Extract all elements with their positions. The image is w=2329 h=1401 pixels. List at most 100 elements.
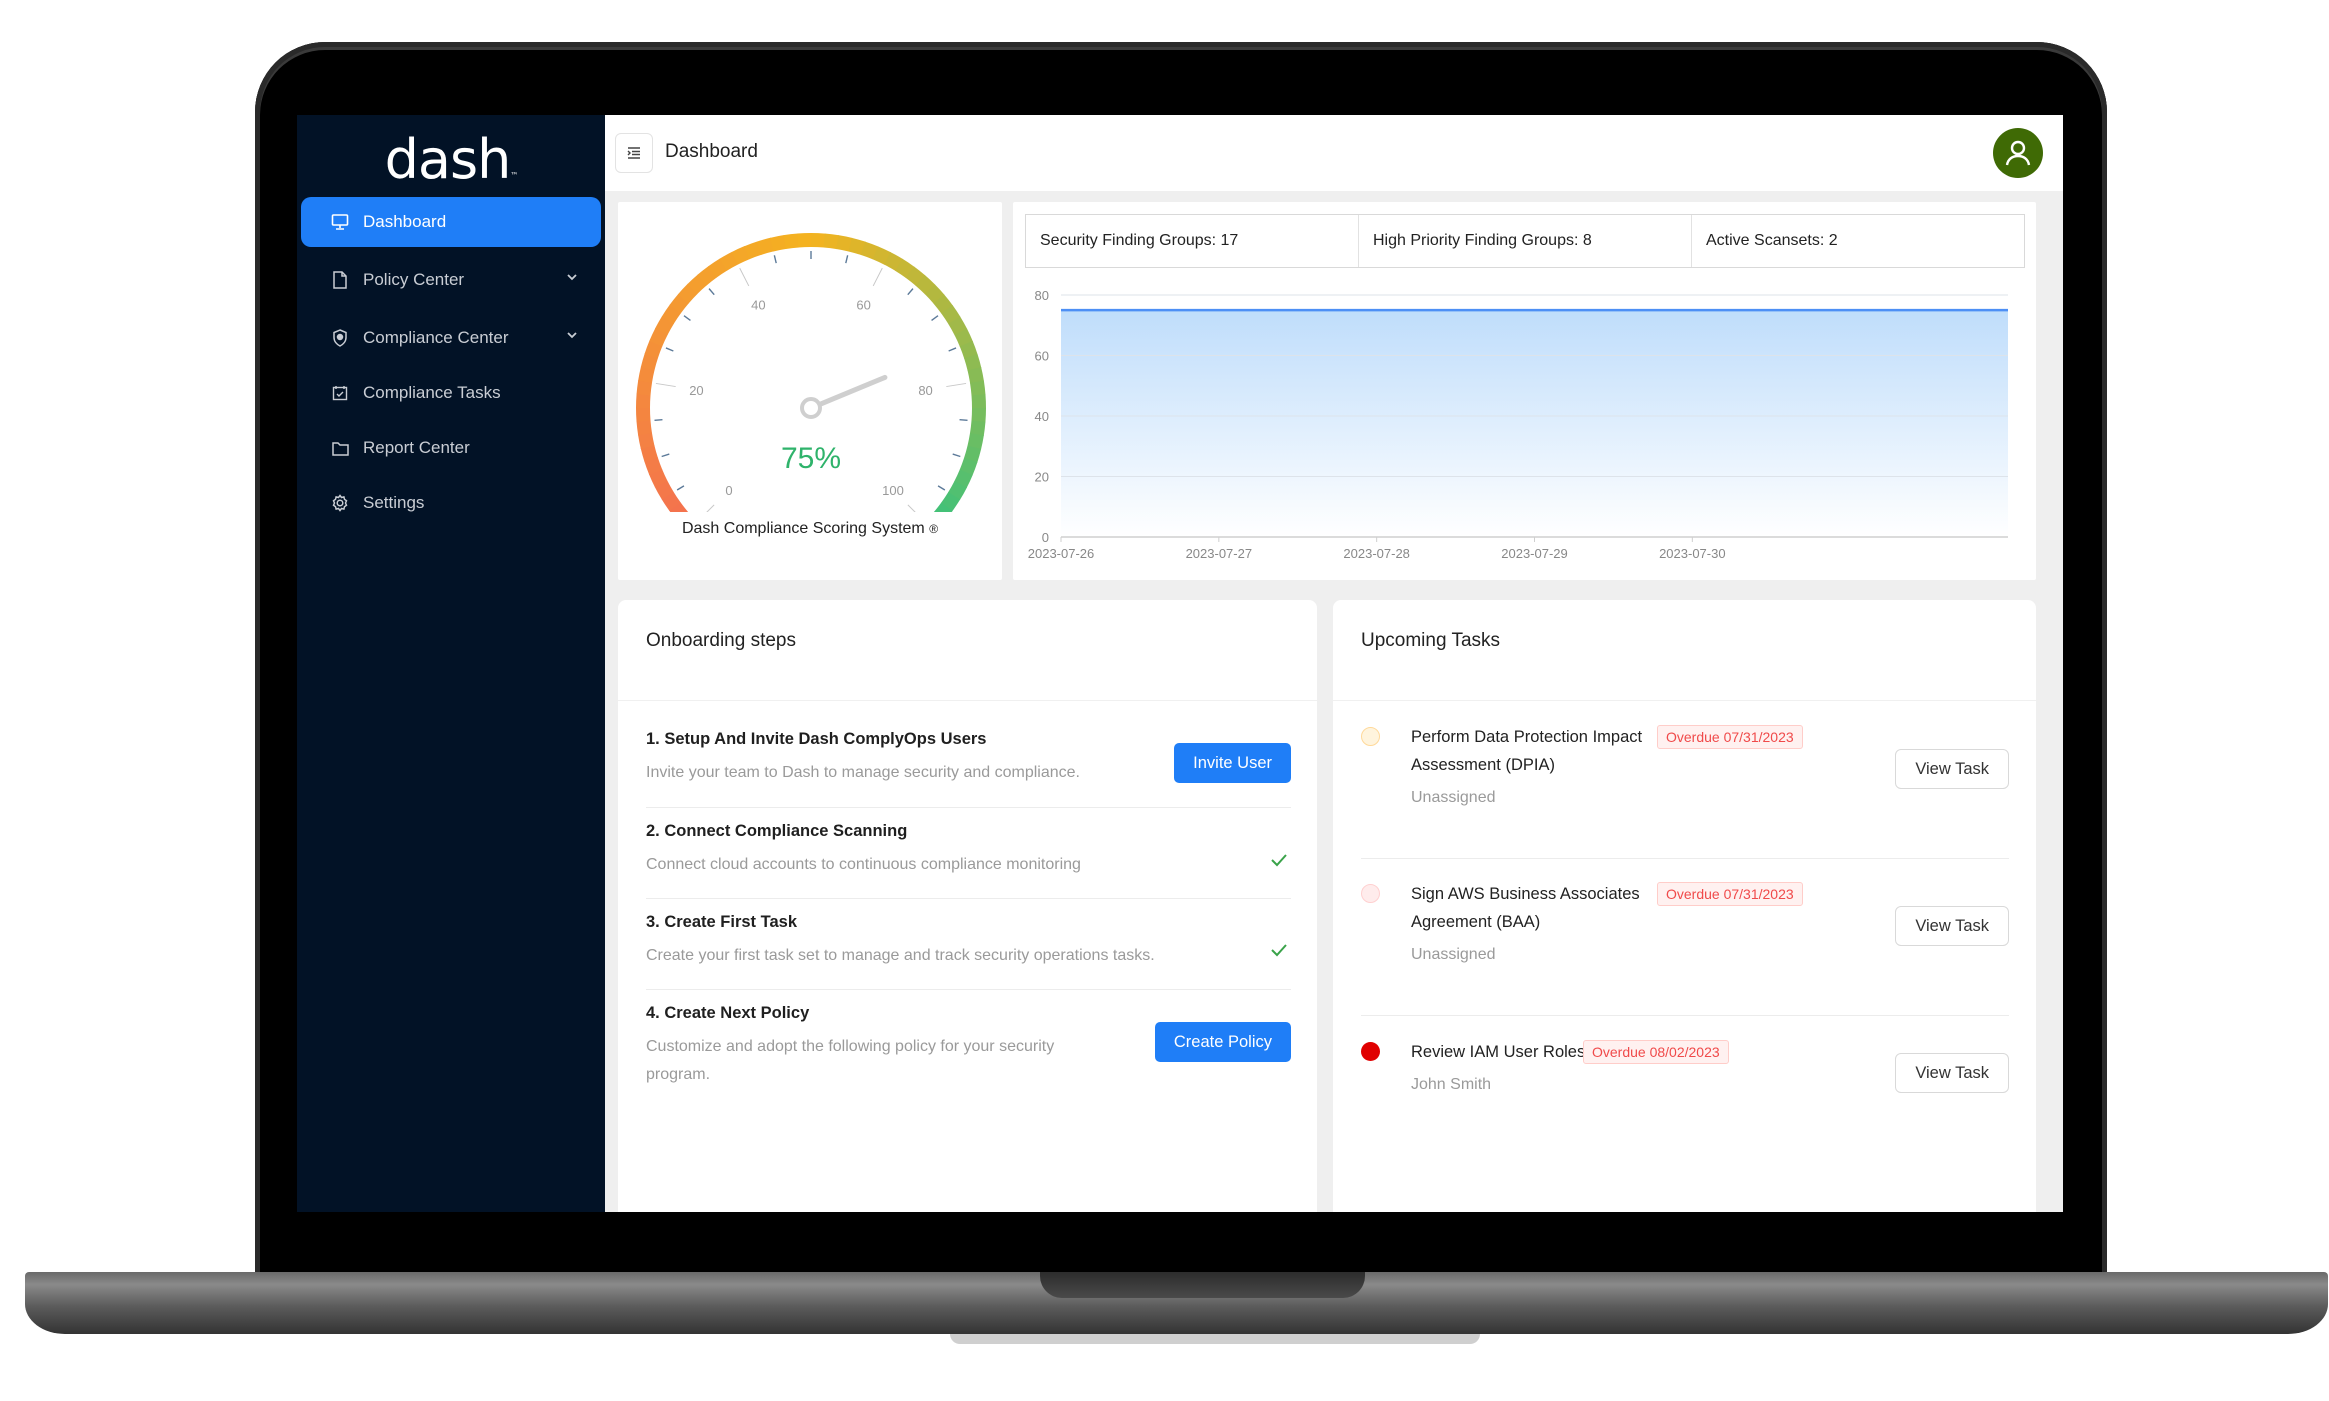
y-tick-label: 0 (1042, 530, 1049, 545)
invite-user-button[interactable]: Invite User (1174, 743, 1291, 783)
gauge-arc-segment (744, 241, 762, 260)
page-title: Dashboard (665, 141, 758, 162)
gauge-tick-label: 100 (882, 483, 904, 498)
logo-trademark: ™ (510, 171, 518, 180)
sidebar-item-policy-center[interactable]: Policy Center (301, 255, 601, 305)
monitor-icon (331, 213, 349, 231)
sidebar-item-compliance-tasks[interactable]: Compliance Tasks (301, 368, 601, 418)
menu-toggle-button[interactable] (615, 133, 653, 173)
gauge-major-tick (739, 267, 750, 287)
gauge-tick-label: 20 (689, 383, 703, 398)
task-assignee: Unassigned (1411, 789, 1496, 806)
gauge-arc-segment (644, 457, 663, 475)
top-header: Dashboard (605, 115, 2063, 191)
chevron-down-icon[interactable] (565, 328, 579, 342)
laptop-notch (1040, 1272, 1365, 1298)
view-task-button[interactable]: View Task (1895, 906, 2009, 946)
stat-active-scansets: Active Scansets: 2 (1706, 232, 1838, 249)
gauge-arc-segment (970, 380, 986, 397)
laptop-foot (950, 1334, 1480, 1344)
gauge-arc-segment (895, 258, 915, 279)
step-description: Connect cloud accounts to continuous com… (646, 856, 1081, 873)
y-tick-label: 20 (1035, 470, 1049, 485)
create-policy-button[interactable]: Create Policy (1154, 1022, 1291, 1062)
user-avatar[interactable] (1993, 128, 2043, 178)
step-description: Create your first task set to manage and… (646, 947, 1155, 964)
y-tick-label: 80 (1035, 288, 1049, 303)
area-fill (1061, 310, 2008, 537)
view-task-button[interactable]: View Task (1895, 1053, 2009, 1093)
gauge-major-tick (699, 504, 715, 520)
step-title: 3. Create First Task (646, 913, 798, 931)
task-name[interactable]: Perform Data Protection Impact Assessment… (1411, 723, 1642, 779)
gauge-arc-segment (941, 305, 961, 325)
sidebar-item-label: Compliance Tasks (363, 383, 501, 402)
stat-security-finding-groups: Security Finding Groups: 17 (1026, 215, 1359, 267)
divider (646, 807, 1291, 808)
gauge-arc-segment (860, 241, 879, 260)
sidebar-item-label: Settings (363, 493, 425, 512)
step-description: Customize and adopt the following policy… (646, 1038, 1055, 1083)
task-row: Perform Data Protection Impact Assessment… (1361, 725, 2009, 835)
gauge-arc-segment (783, 233, 800, 249)
onboarding-step: 3. Create First Task Create your first t… (646, 913, 1291, 970)
gauge-minor-tick (948, 347, 957, 352)
gauge-arc-segment (915, 274, 936, 295)
logo-text: dash (384, 128, 512, 191)
laptop-base (25, 1272, 2328, 1334)
gauge-arc-segment (940, 492, 961, 512)
compliance-gauge: 0 20 40 60 80 100 75% (636, 233, 986, 533)
task-name[interactable]: Sign AWS Business Associates Agreement (B… (1411, 880, 1640, 936)
sidebar-item-compliance-center[interactable]: Compliance Center (301, 313, 601, 363)
gauge-tick-label: 40 (751, 298, 765, 313)
gauge-arc-segment (905, 266, 926, 287)
gauge-minor-tick (931, 315, 939, 321)
shield-icon (331, 329, 349, 347)
gauge-arc-segment (669, 293, 690, 314)
app-screen: dash™ Dashboard Policy Center Compliance… (297, 115, 2063, 1212)
x-tick-label: 2023-07-26 (1028, 546, 1095, 561)
gauge-arc-segment (969, 420, 986, 437)
gauge-minor-tick (661, 453, 670, 458)
registered-mark: ® (929, 522, 939, 536)
sidebar-item-label: Dashboard (363, 212, 447, 231)
gauge-minor-tick (907, 288, 914, 296)
onboarding-card: Onboarding steps 1. Setup And Invite Das… (618, 600, 1317, 1212)
gauge-arc-segment (954, 469, 973, 489)
gauge-major-tick (655, 382, 676, 388)
gauge-arc-segment (636, 379, 653, 396)
sidebar-nav: Dashboard Policy Center Compliance Cente… (301, 197, 601, 533)
divider (1333, 700, 2036, 701)
gauge-arc-segment (797, 233, 812, 248)
task-row: Sign AWS Business Associates Agreement (B… (1361, 882, 2009, 992)
gauge-arc-segment (697, 266, 717, 286)
gauge-arc-segment (719, 251, 739, 271)
gauge-arc-segment (932, 502, 953, 523)
gauge-major-tick (872, 267, 883, 287)
findings-chart-card: Security Finding Groups: 17 High Priorit… (1013, 202, 2036, 580)
x-tick-label: 2023-07-30 (1659, 546, 1726, 561)
gauge-arc-segment (959, 341, 978, 359)
task-row: Review IAM User Roles Overdue 08/02/2023… (1361, 1040, 2009, 1120)
gauge-arc-segment (967, 433, 984, 450)
gauge-major-tick (946, 382, 967, 388)
gauge-arc-segment (810, 233, 826, 248)
sidebar-item-report-center[interactable]: Report Center (301, 423, 601, 473)
sidebar-item-label: Policy Center (363, 270, 465, 289)
task-name[interactable]: Review IAM User Roles (1411, 1038, 1585, 1066)
sidebar-item-dashboard[interactable]: Dashboard (301, 197, 601, 247)
gauge-caption-text: Dash Compliance Scoring System (681, 520, 925, 537)
sidebar-item-label: Report Center (363, 438, 470, 457)
onboarding-step: 4. Create Next Policy Customize and adop… (646, 1004, 1116, 1089)
gauge-minor-tick (959, 418, 968, 422)
gauge-arc-segment (959, 457, 978, 476)
stats-bar: Security Finding Groups: 17 High Priorit… (1025, 214, 2025, 268)
gauge-needle (818, 374, 888, 407)
x-tick-label: 2023-07-29 (1501, 546, 1568, 561)
view-all-tasks-link[interactable]: View All Tasks (1333, 1211, 2036, 1212)
chevron-down-icon[interactable] (565, 270, 579, 284)
sidebar-item-settings[interactable]: Settings (301, 478, 601, 528)
view-task-button[interactable]: View Task (1895, 749, 2009, 789)
task-status-dot (1361, 884, 1380, 903)
sidebar-item-label: Compliance Center (363, 328, 509, 347)
